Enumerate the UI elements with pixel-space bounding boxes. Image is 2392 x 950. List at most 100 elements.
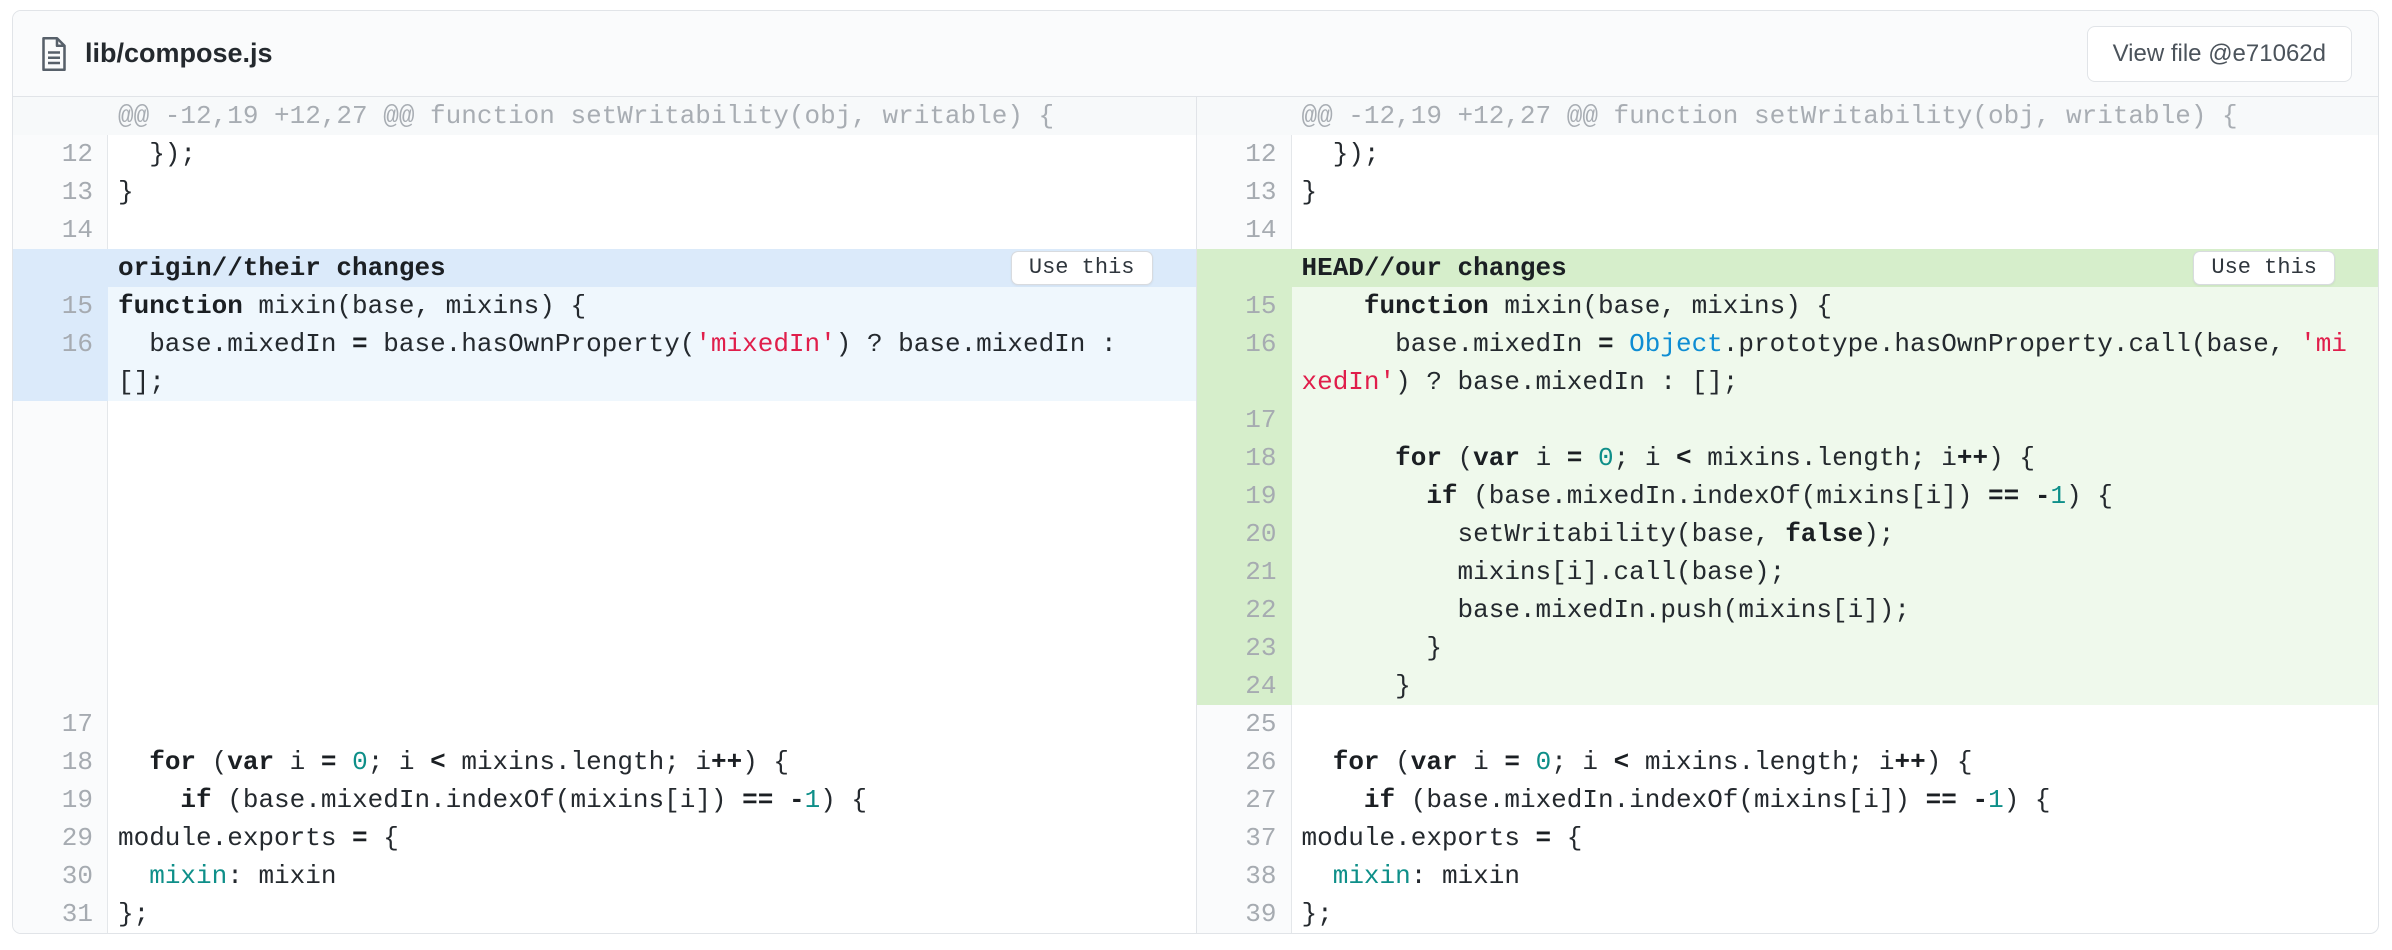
line-number: 12: [1197, 135, 1292, 173]
code-text: xedIn') ? base.mixedIn : [];: [1292, 363, 2379, 401]
code-line: 26 for (var i = 0; i < mixins.length; i+…: [1197, 743, 2379, 781]
code-text: }: [108, 173, 1196, 211]
line-number: 14: [13, 211, 108, 249]
filler-line: [13, 515, 1196, 553]
code-text: [108, 629, 1196, 667]
code-text: module.exports = {: [1292, 819, 2379, 857]
code-text: };: [1292, 895, 2379, 933]
code-line: 29module.exports = {: [13, 819, 1196, 857]
code-text: [108, 591, 1196, 629]
line-number: [13, 553, 108, 591]
code-text: [1292, 401, 2379, 439]
line-number: 31: [13, 895, 108, 933]
code-text: setWritability(base, false);: [1292, 515, 2379, 553]
filler-line: [13, 553, 1196, 591]
filler-line: [13, 591, 1196, 629]
line-number: 12: [13, 135, 108, 173]
code-text: function mixin(base, mixins) {: [1292, 287, 2379, 325]
file-diff-card: lib/compose.js View file @e71062d @@ -12…: [12, 10, 2379, 934]
pane-theirs: @@ -12,19 +12,27 @@ function setWritabil…: [13, 97, 1196, 933]
code-text: if (base.mixedIn.indexOf(mixins[i]) == -…: [1292, 781, 2379, 819]
code-line: 15 function mixin(base, mixins) {: [1197, 287, 2379, 325]
line-number: [1197, 363, 1292, 401]
code-text: for (var i = 0; i < mixins.length; i++) …: [108, 743, 1196, 781]
code-line: 39};: [1197, 895, 2379, 933]
code-text: mixin: mixin: [108, 857, 1196, 895]
line-number: 24: [1197, 667, 1292, 705]
code-line: 20 setWritability(base, false);: [1197, 515, 2379, 553]
code-line: 37module.exports = {: [1197, 819, 2379, 857]
code-text: base.mixedIn = Object.prototype.hasOwnPr…: [1292, 325, 2379, 363]
code-text: }: [1292, 629, 2379, 667]
code-text: [1292, 211, 2379, 249]
code-text: };: [108, 895, 1196, 933]
line-number: [13, 401, 108, 439]
line-number: 27: [1197, 781, 1292, 819]
code-line: 27 if (base.mixedIn.indexOf(mixins[i]) =…: [1197, 781, 2379, 819]
code-line: [];: [13, 363, 1196, 401]
line-number: 19: [1197, 477, 1292, 515]
line-number: [13, 515, 108, 553]
conflict-label: HEAD//our changes: [1302, 253, 2194, 283]
pane-ours: @@ -12,19 +12,27 @@ function setWritabil…: [1196, 97, 2379, 933]
code-line: 12 });: [1197, 135, 2379, 173]
code-line: 25: [1197, 705, 2379, 743]
code-line: 14: [1197, 211, 2379, 249]
code-text: mixins[i].call(base);: [1292, 553, 2379, 591]
line-number: 22: [1197, 591, 1292, 629]
line-number: 19: [13, 781, 108, 819]
code-line: 18 for (var i = 0; i < mixins.length; i+…: [1197, 439, 2379, 477]
code-text: if (base.mixedIn.indexOf(mixins[i]) == -…: [108, 781, 1196, 819]
code-line: 31};: [13, 895, 1196, 933]
file-icon: [39, 36, 69, 72]
code-text: mixin: mixin: [1292, 857, 2379, 895]
hunk-header: @@ -12,19 +12,27 @@ function setWritabil…: [1197, 97, 2379, 135]
code-line: 12 });: [13, 135, 1196, 173]
use-this-button-ours[interactable]: Use this: [2193, 251, 2335, 285]
line-number: 30: [13, 857, 108, 895]
code-text: }: [1292, 173, 2379, 211]
code-text: [108, 553, 1196, 591]
code-text: [108, 667, 1196, 705]
filler-line: [13, 477, 1196, 515]
code-text: [];: [108, 363, 1196, 401]
line-number: 15: [1197, 287, 1292, 325]
code-text: module.exports = {: [108, 819, 1196, 857]
code-line: 16 base.mixedIn = base.hasOwnProperty('m…: [13, 325, 1196, 363]
code-line: 18 for (var i = 0; i < mixins.length; i+…: [13, 743, 1196, 781]
code-text: [1292, 705, 2379, 743]
line-number: 25: [1197, 705, 1292, 743]
code-text: });: [1292, 135, 2379, 173]
code-line: 30 mixin: mixin: [13, 857, 1196, 895]
conflict-header-ours: HEAD//our changesUse this: [1197, 249, 2379, 287]
code-text: [108, 705, 1196, 743]
code-line: 22 base.mixedIn.push(mixins[i]);: [1197, 591, 2379, 629]
line-number: 38: [1197, 857, 1292, 895]
code-text: for (var i = 0; i < mixins.length; i++) …: [1292, 439, 2379, 477]
code-line: 13}: [13, 173, 1196, 211]
line-number: 23: [1197, 629, 1292, 667]
file-header: lib/compose.js View file @e71062d: [13, 11, 2378, 97]
code-line: 21 mixins[i].call(base);: [1197, 553, 2379, 591]
line-number: [13, 477, 108, 515]
code-text: });: [108, 135, 1196, 173]
file-path: lib/compose.js: [85, 38, 273, 69]
line-number: 14: [1197, 211, 1292, 249]
code-line: xedIn') ? base.mixedIn : [];: [1197, 363, 2379, 401]
code-line: 24 }: [1197, 667, 2379, 705]
code-line: 23 }: [1197, 629, 2379, 667]
use-this-button-theirs[interactable]: Use this: [1011, 251, 1153, 285]
code-line: 16 base.mixedIn = Object.prototype.hasOw…: [1197, 325, 2379, 363]
filler-line: [13, 629, 1196, 667]
code-text: for (var i = 0; i < mixins.length; i++) …: [1292, 743, 2379, 781]
code-text: if (base.mixedIn.indexOf(mixins[i]) == -…: [1292, 477, 2379, 515]
code-text: [108, 477, 1196, 515]
code-line: 38 mixin: mixin: [1197, 857, 2379, 895]
view-file-button[interactable]: View file @e71062d: [2087, 26, 2352, 82]
code-text: function mixin(base, mixins) {: [108, 287, 1196, 325]
line-number: 13: [13, 173, 108, 211]
line-number: 29: [13, 819, 108, 857]
conflict-header-theirs: origin//their changesUse this: [13, 249, 1196, 287]
code-text: [108, 211, 1196, 249]
line-number: 17: [13, 705, 108, 743]
